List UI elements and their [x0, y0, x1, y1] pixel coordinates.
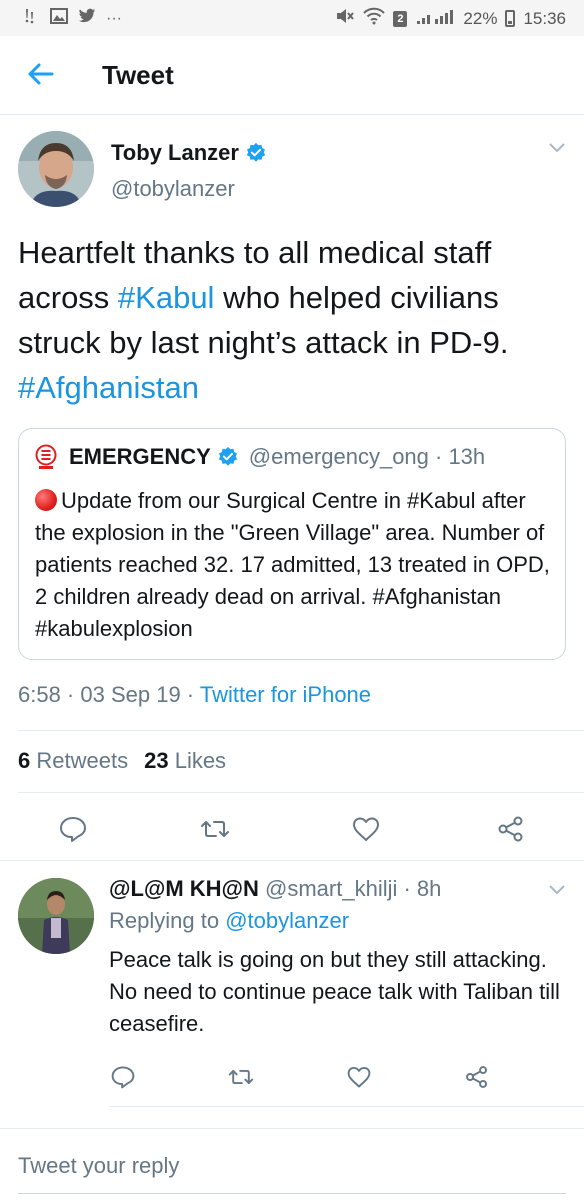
replying-to-link[interactable]: @tobylanzer [225, 908, 349, 933]
retweets-stat[interactable]: 6 Retweets [18, 748, 128, 774]
twitter-icon [78, 8, 96, 29]
share-icon[interactable] [464, 1064, 490, 1090]
like-heart-icon[interactable] [351, 814, 381, 844]
reply-divider [109, 1106, 584, 1107]
battery-percent: 22% [463, 8, 498, 28]
chevron-down-icon[interactable] [548, 884, 566, 896]
page-title: Tweet [102, 60, 174, 90]
reply-icon[interactable] [110, 1064, 136, 1090]
header-divider [0, 114, 584, 115]
red-circle-emoji-icon [35, 489, 57, 511]
author-handle[interactable]: @tobylanzer [111, 176, 235, 202]
like-heart-icon[interactable] [346, 1064, 372, 1090]
reply-input[interactable] [18, 1153, 558, 1179]
replying-to-label: Replying to [109, 908, 226, 933]
reply-composer [0, 1128, 584, 1200]
reply-avatar[interactable] [18, 878, 94, 954]
retweets-label: Retweets [36, 748, 129, 773]
reply-icon[interactable] [58, 814, 88, 844]
battery-icon [505, 10, 516, 27]
emergency-logo-icon [35, 444, 57, 469]
reply-author-handle[interactable]: @smart_khilji · 8h [259, 876, 441, 901]
stats-divider [18, 792, 584, 793]
timestamp-text: 6:58 · 03 Sep 19 · [18, 682, 200, 707]
tweet-text: Heartfelt thanks to all medical staff ac… [18, 230, 568, 410]
replying-to: Replying to @tobylanzer [109, 908, 349, 934]
tweet-divider [0, 860, 584, 861]
share-icon[interactable] [496, 814, 526, 844]
reply-author-name[interactable]: @L@M KH@N [109, 876, 259, 901]
header: Tweet [0, 36, 584, 114]
tweet-source-link[interactable]: Twitter for iPhone [200, 682, 371, 707]
reply-input-underline [18, 1193, 566, 1194]
avatar[interactable] [18, 131, 94, 207]
likes-stat[interactable]: 23 Likes [144, 748, 226, 774]
retweet-icon[interactable] [228, 1064, 254, 1090]
tweet-stats: 6 Retweets 23 Likes [18, 748, 226, 774]
quoted-author-name: EMERGENCY [69, 444, 211, 469]
tweet-timestamp: 6:58 · 03 Sep 19 · Twitter for iPhone [18, 682, 371, 708]
reply-text: Peace talk is going on but they still at… [109, 947, 560, 1036]
retweets-count: 6 [18, 748, 31, 773]
quoted-tweet-header: EMERGENCY @emergency_ong · 13h [33, 444, 485, 470]
sim-icon: 2 [393, 10, 408, 27]
mute-icon [335, 7, 355, 30]
quoted-tweet-text: Update from our Surgical Centre in #Kabu… [35, 485, 555, 645]
back-arrow-icon[interactable] [26, 60, 54, 88]
signal-icon [415, 7, 455, 30]
verified-badge-icon [246, 142, 266, 162]
quoted-text: Update from our Surgical Centre in #Kabu… [35, 488, 550, 641]
tweet-actions [0, 806, 584, 850]
hashtag-link[interactable]: #Kabul [118, 280, 215, 315]
hashtag-link[interactable]: #Afghanistan [18, 370, 199, 405]
clock: 15:36 [523, 8, 566, 28]
wifi-icon [363, 7, 386, 30]
verified-badge-icon [218, 446, 237, 466]
alert-icon [22, 7, 40, 30]
author-name[interactable]: Toby Lanzer [111, 140, 267, 166]
reply-header: @L@M KH@N @smart_khilji · 8h [109, 876, 441, 902]
likes-label: Likes [174, 748, 227, 773]
status-bar: ··· 2 22% 15:36 [0, 0, 584, 36]
quoted-tweet[interactable]: EMERGENCY @emergency_ong · 13h Update fr… [18, 428, 566, 660]
reply-actions [0, 1060, 584, 1096]
likes-count: 23 [144, 748, 169, 773]
author-name-text: Toby Lanzer [111, 140, 239, 165]
chevron-down-icon[interactable] [548, 142, 566, 154]
retweet-icon[interactable] [200, 814, 230, 844]
meta-divider [18, 730, 584, 731]
quoted-author-handle: @emergency_ong · 13h [248, 444, 486, 469]
image-icon [50, 8, 68, 29]
more-icon: ··· [106, 9, 122, 27]
